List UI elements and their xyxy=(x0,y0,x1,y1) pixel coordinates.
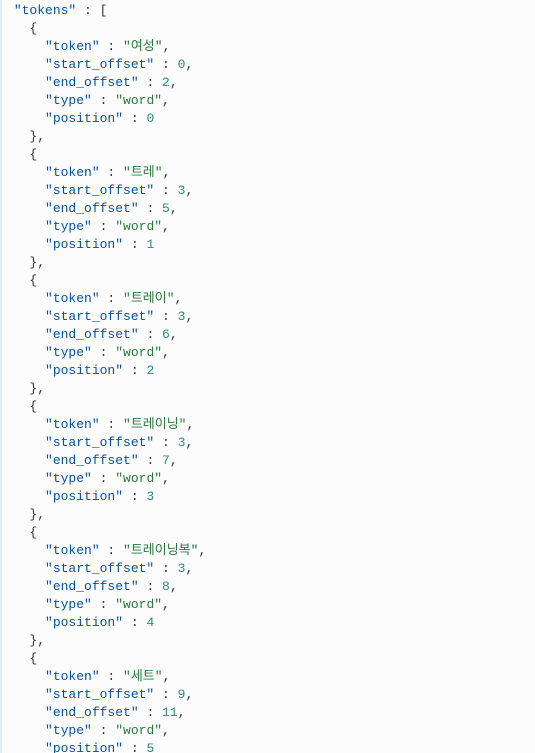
code-block: "tokens" : [ { "token" : "여성", "start_of… xyxy=(0,0,535,753)
